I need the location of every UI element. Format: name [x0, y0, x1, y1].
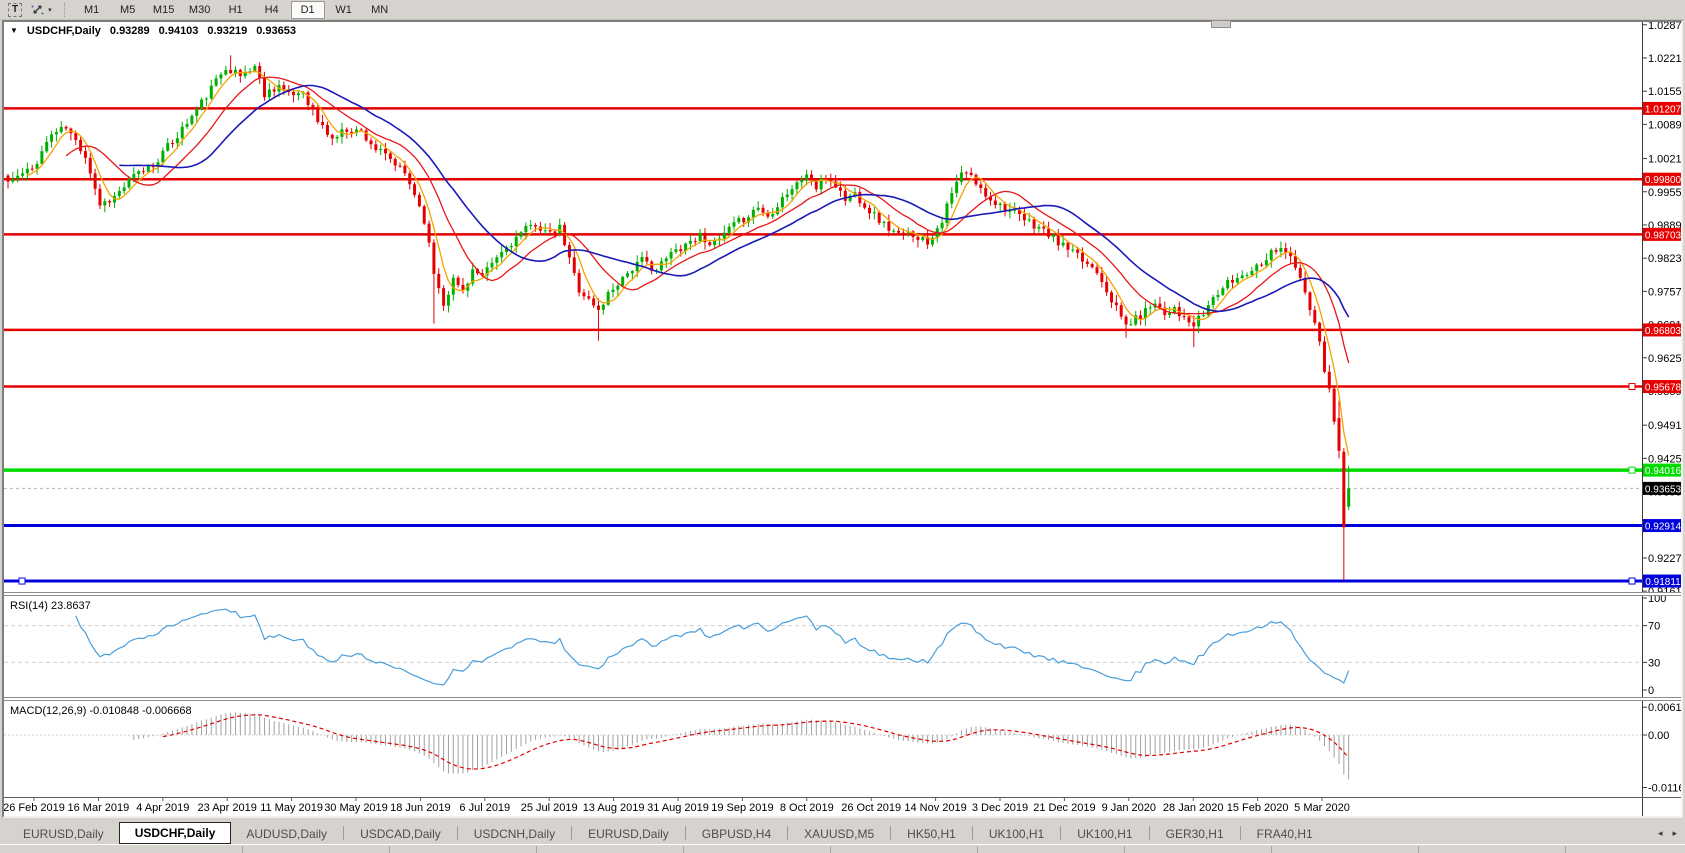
- timeframe-d1[interactable]: D1: [291, 1, 325, 19]
- toolbar-separator: [64, 3, 68, 17]
- tab-separator: [1149, 826, 1150, 840]
- chart-plot-area[interactable]: [4, 22, 1642, 592]
- macd-panel[interactable]: [4, 701, 1642, 797]
- chart-symbol-label: USDCHF,Daily: [27, 25, 101, 37]
- chart-tab-audusd-daily[interactable]: AUDUSD,Daily: [231, 824, 342, 844]
- chart-tab-eurusd-daily[interactable]: EURUSD,Daily: [573, 824, 684, 844]
- dropdown-caret-icon: ▾: [48, 6, 52, 14]
- timeframe-m15[interactable]: M15: [147, 1, 181, 19]
- chart-canvas[interactable]: 1.028701.022101.015501.008901.002100.995…: [4, 22, 1681, 816]
- tab-separator: [890, 826, 891, 840]
- chart-tab-hk50-h1[interactable]: HK50,H1: [892, 824, 971, 844]
- chart-tab-usdcad-daily[interactable]: USDCAD,Daily: [345, 824, 456, 844]
- tab-separator: [1240, 826, 1241, 840]
- ohlc-close: 0.93653: [256, 25, 296, 37]
- timeframe-m1[interactable]: M1: [75, 1, 109, 19]
- timeframe-m5[interactable]: M5: [111, 1, 145, 19]
- app-root: { "toolbar": { "t_button_glyph": "T", "d…: [0, 0, 1685, 852]
- timeframe-group: M1M5M15M30H1H4D1W1MN: [74, 1, 398, 19]
- tab-scroll-right-icon[interactable]: ▸: [1672, 828, 1677, 839]
- ohlc-open: 0.93289: [110, 25, 150, 37]
- timeframe-h1[interactable]: H1: [219, 1, 253, 19]
- tab-scroll-left-icon[interactable]: ◂: [1658, 828, 1663, 839]
- ohlc-low: 0.93219: [207, 25, 247, 37]
- chart-window: 1.028701.022101.015501.008901.002100.995…: [2, 20, 1683, 818]
- chart-tab-fra40-h1[interactable]: FRA40,H1: [1242, 824, 1328, 844]
- tab-separator: [787, 826, 788, 840]
- tab-scroll-arrows: ◂ ▸: [1658, 828, 1677, 844]
- ohlc-high: 0.94103: [159, 25, 199, 37]
- text-tool-icon: T: [8, 3, 22, 17]
- chart-tab-usdcnh-daily[interactable]: USDCNH,Daily: [459, 824, 570, 844]
- arrange-windows-button[interactable]: ▾: [26, 1, 56, 19]
- timeframe-mn[interactable]: MN: [363, 1, 397, 19]
- chart-shift-thumb[interactable]: [1211, 20, 1231, 28]
- rsi-panel[interactable]: [4, 596, 1642, 697]
- timeframe-w1[interactable]: W1: [327, 1, 361, 19]
- chart-tab-usdchf-daily[interactable]: USDCHF,Daily: [119, 822, 232, 844]
- tab-separator: [1060, 826, 1061, 840]
- chart-tab-uk100-h1[interactable]: UK100,H1: [1062, 824, 1147, 844]
- tab-separator: [571, 826, 572, 840]
- diagonal-arrows-icon: [30, 3, 45, 17]
- chart-tabs-bar: EURUSD,DailyUSDCHF,DailyAUDUSD,DailyUSDC…: [0, 818, 1685, 844]
- tab-separator: [457, 826, 458, 840]
- chart-tab-xauusd-m5[interactable]: XAUUSD,M5: [789, 824, 889, 844]
- text-tool-button[interactable]: T: [4, 1, 26, 19]
- chart-tab-uk100-h1[interactable]: UK100,H1: [974, 824, 1059, 844]
- chart-tab-eurusd-daily[interactable]: EURUSD,Daily: [8, 824, 119, 844]
- top-toolbar: T ▾ M1M5M15M30H1H4D1W1MN: [0, 0, 1685, 20]
- chart-tabs: EURUSD,DailyUSDCHF,DailyAUDUSD,DailyUSDC…: [8, 822, 1328, 844]
- chart-tab-ger30-h1[interactable]: GER30,H1: [1151, 824, 1239, 844]
- tab-separator: [685, 826, 686, 840]
- tab-separator: [972, 826, 973, 840]
- tab-separator: [343, 826, 344, 840]
- chart-tab-gbpusd-h4[interactable]: GBPUSD,H4: [687, 824, 786, 844]
- dropdown-triangle-icon[interactable]: ▼: [10, 26, 18, 36]
- timeframe-h4[interactable]: H4: [255, 1, 289, 19]
- time-axis[interactable]: [4, 797, 1642, 816]
- chart-title: ▼ USDCHF,Daily 0.93289 0.94103 0.93219 0…: [10, 25, 296, 37]
- price-axis[interactable]: [1642, 22, 1681, 816]
- timeframe-m30[interactable]: M30: [183, 1, 217, 19]
